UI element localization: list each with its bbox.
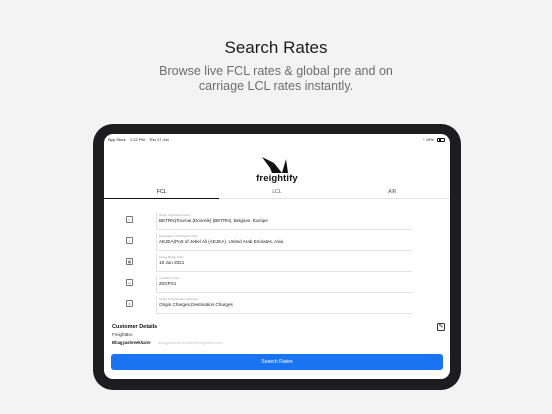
row-divider bbox=[156, 233, 157, 251]
status-bar: App Store 1:22 PM Thu 17 Jun ◔ 19% bbox=[108, 136, 445, 143]
customer-contact-name: Bhagyashreekhaire bbox=[112, 340, 151, 345]
charges-icon: ◎ bbox=[126, 300, 133, 307]
origin-field[interactable]: ⌂ Origin City/Port/Country BETRN(Tournai… bbox=[126, 212, 412, 230]
row-divider bbox=[156, 212, 157, 230]
promo-title: Search Rates bbox=[224, 38, 328, 57]
row-underline bbox=[156, 292, 412, 293]
cargo-date-label: Cargo Ready Date bbox=[159, 255, 184, 259]
container-type-value: 20GPX1 bbox=[159, 281, 177, 286]
cargo-date-field[interactable]: ▦ Cargo Ready Date 18 Jun 2021 bbox=[126, 254, 412, 272]
origin-label: Origin City/Port/Country bbox=[159, 213, 191, 217]
promo-subtitle: Browse live FCL rates & global pre and o… bbox=[159, 64, 393, 93]
origin-pin-icon: ⌂ bbox=[126, 216, 133, 223]
status-time: 1:22 PM bbox=[129, 137, 145, 142]
brand-name: freightify bbox=[256, 173, 298, 184]
origin-value: BETRN(Tournai (Doornik) (BETRN), Belgium… bbox=[159, 218, 268, 223]
container-type-field[interactable]: ▭ Container Type 20GPX1 bbox=[126, 275, 412, 293]
charges-label: Origin & Destination Charges bbox=[159, 297, 198, 301]
charges-value: Origin Charges,Destination Charges bbox=[159, 302, 233, 307]
battery-percent: 19% bbox=[425, 137, 434, 142]
tab-lcl[interactable]: LCL bbox=[219, 187, 335, 199]
destination-field[interactable]: ⌂ Destination City/Port/Country AEJEA(Po… bbox=[126, 233, 412, 251]
wifi-icon: ◔ bbox=[422, 137, 425, 142]
customer-company: FreightBro bbox=[112, 332, 133, 337]
mode-tabs: FCL LCL AIR bbox=[104, 187, 450, 199]
container-icon: ▭ bbox=[126, 279, 133, 286]
row-underline bbox=[156, 250, 412, 251]
row-underline bbox=[156, 271, 412, 272]
battery-icon bbox=[437, 137, 445, 142]
destination-label: Destination City/Port/Country bbox=[159, 234, 198, 238]
cargo-date-value: 18 Jun 2021 bbox=[159, 260, 185, 265]
status-date: Thu 17 Jun bbox=[148, 137, 169, 142]
destination-pin-icon: ⌂ bbox=[126, 237, 133, 244]
edit-icon[interactable]: ✎ bbox=[437, 323, 445, 331]
customer-details-heading: Customer Details bbox=[112, 324, 158, 330]
destination-value: AEJEA(Port of Jebel Ali (AEJEA), United … bbox=[159, 239, 284, 244]
customer-contact-email: bhagyashree.khaire@freightbro.com bbox=[158, 340, 223, 345]
tab-air[interactable]: AIR bbox=[334, 187, 450, 199]
container-type-label: Container Type bbox=[159, 276, 180, 280]
search-rates-button[interactable]: Search Rates bbox=[111, 354, 443, 370]
calendar-icon: ▦ bbox=[126, 258, 133, 265]
row-divider bbox=[156, 296, 157, 314]
row-divider bbox=[156, 275, 157, 293]
status-carrier: App Store bbox=[108, 137, 126, 142]
row-divider bbox=[156, 254, 157, 272]
row-underline bbox=[156, 313, 412, 314]
row-underline bbox=[156, 229, 412, 230]
tab-fcl[interactable]: FCL bbox=[104, 187, 220, 199]
app-screen: App Store 1:22 PM Thu 17 Jun ◔ 19% freig… bbox=[104, 134, 450, 379]
charges-field[interactable]: ◎ Origin & Destination Charges Origin Ch… bbox=[126, 296, 412, 314]
